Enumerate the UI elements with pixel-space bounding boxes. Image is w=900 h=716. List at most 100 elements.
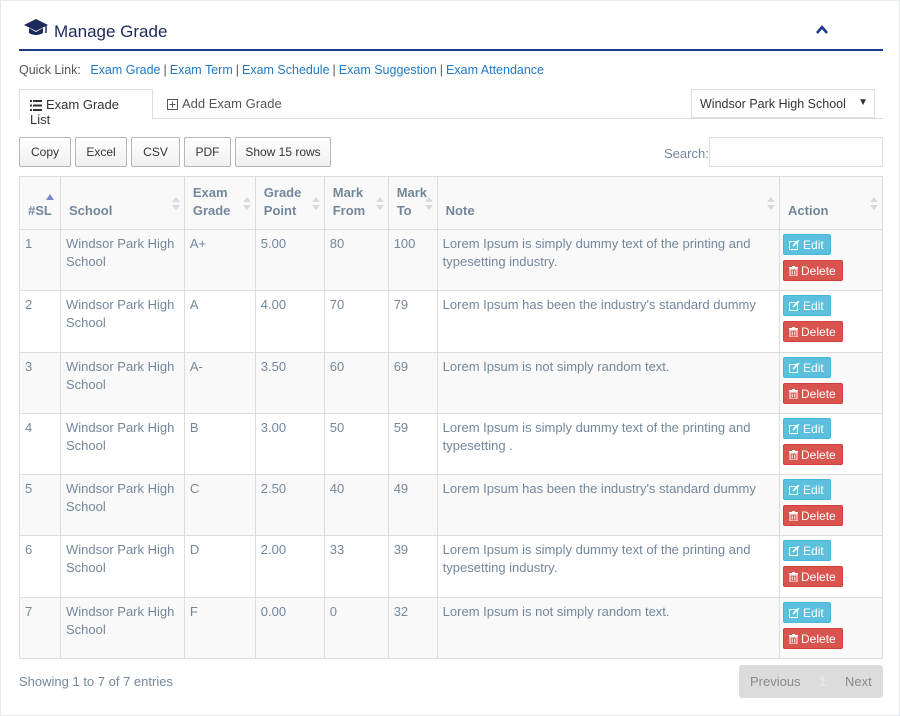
table-row: 2 Windsor Park High School A 4.00 70 79 Lorem I… [19,290,883,353]
cell-action: Edit Delete [779,412,883,476]
edit-button[interactable]: Edit [783,479,832,501]
cell-note: Lorem Ipsum is simply dummy text of the … [436,412,781,476]
chevron-up-icon[interactable] [813,21,831,39]
col-sl[interactable]: #SL [19,176,61,230]
cell-school: Windsor Park High School [59,596,185,660]
table-row: 3 Windsor Park High School A- 3.50 60 69 Lorem … [19,351,883,414]
cell-note: Lorem Ipsum is not simply random text. [436,351,781,414]
sort-icon [242,197,251,211]
cell-school: Windsor Park High School [59,351,185,414]
delete-button[interactable]: Delete [783,321,844,343]
edit-icon [789,545,800,557]
pagination: Previous 1 Next [739,665,883,698]
cell-sl: 5 [19,474,61,537]
col-mark-from[interactable]: Mark From [323,176,389,230]
pdf-button[interactable]: PDF [184,137,231,167]
sort-icon [870,197,878,211]
cell-note: Lorem Ipsum is not simply random text. [436,596,781,660]
quick-link-exam-attendance[interactable]: Exam Attendance [446,63,544,77]
quick-link-exam-schedule[interactable]: Exam Schedule [242,63,330,77]
cell-action: Edit Delete [779,474,883,537]
cell-exam-grade: C [183,474,256,537]
cell-note: Lorem Ipsum has been the industry's stan… [436,474,781,537]
cell-exam-grade: A- [183,351,256,414]
sort-icon [311,197,320,211]
col-school[interactable]: School [59,176,185,230]
cell-exam-grade: F [183,596,256,660]
sort-icon [171,197,180,211]
cell-mark-to: 59 [387,412,438,476]
cell-sl: 3 [19,351,61,414]
col-exam-grade[interactable]: Exam Grade [183,176,256,230]
table-row: 4 Windsor Park High School B 3.00 50 59 Lorem I… [19,412,883,476]
edit-button[interactable]: Edit [783,601,832,623]
col-note[interactable]: Note [436,176,781,230]
cell-sl: 4 [19,412,61,476]
delete-button[interactable]: Delete [783,505,844,527]
next-button[interactable]: Next [845,674,872,689]
cell-grade-point: 2.50 [254,474,325,537]
show-rows-button[interactable]: Show 15 rows [235,137,331,167]
tab-label: Add Exam Grade [182,96,282,111]
cell-mark-to: 49 [387,474,438,537]
edit-button[interactable]: Edit [783,417,832,439]
search-label: Search: [664,146,709,161]
page-title: Manage Grade [54,22,168,41]
sort-icon [375,197,384,211]
cell-action: Edit Delete [779,228,883,292]
cell-mark-to: 32 [387,596,438,660]
cell-grade-point: 3.00 [254,412,325,476]
cell-exam-grade: A+ [183,228,256,292]
cell-grade-point: 3.50 [254,351,325,414]
quick-link-exam-grade[interactable]: Exam Grade [90,63,160,77]
cell-mark-to: 79 [387,290,438,353]
col-action[interactable]: Action [779,176,883,230]
tab-bar: Exam Grade List Add Exam Grade Windsor P… [19,89,883,127]
list-icon [30,100,42,111]
tab-exam-grade-list[interactable]: Exam Grade List [19,89,153,127]
edit-button[interactable]: Edit [783,295,832,317]
school-select-value: Windsor Park High School [700,97,846,111]
col-grade-point[interactable]: Grade Point [254,176,325,230]
edit-button[interactable]: Edit [783,356,832,378]
delete-button[interactable]: Delete [783,566,844,588]
graduation-cap-icon [24,19,48,35]
tab-add-exam-grade[interactable]: Add Exam Grade [157,89,292,119]
copy-button[interactable]: Copy [19,137,71,167]
cell-school: Windsor Park High School [59,474,185,537]
page-1-button[interactable]: 1 [819,674,826,689]
csv-button[interactable]: CSV [131,137,180,167]
table-row: 5 Windsor Park High School C 2.50 40 49 Lorem I… [19,474,883,537]
edit-icon [789,362,800,373]
trash-icon [789,388,799,400]
trash-icon [789,266,799,277]
cell-mark-to: 100 [387,228,438,292]
edit-icon [789,423,800,434]
school-select[interactable]: Windsor Park High School ▼ [691,89,875,118]
quick-link-exam-suggestion[interactable]: Exam Suggestion [339,63,437,77]
table-row: 7 Windsor Park High School F 0.00 0 32 Lorem Ip… [19,596,883,660]
search-input[interactable] [709,137,883,167]
cell-mark-from: 40 [323,474,389,537]
cell-grade-point: 2.00 [254,535,325,598]
delete-button[interactable]: Delete [783,260,844,281]
cell-action: Edit Delete [779,290,883,353]
delete-button[interactable]: Delete [783,382,844,404]
cell-note: Lorem Ipsum is simply dummy text of the … [436,228,781,292]
delete-button[interactable]: Delete [783,443,844,465]
edit-button[interactable]: Edit [783,234,832,255]
table-row: 1 Windsor Park High School A+ 5.00 80 100 Lorem… [19,228,883,292]
quick-link-exam-term[interactable]: Exam Term [170,63,233,77]
edit-button[interactable]: Edit [783,540,832,562]
cell-grade-point: 4.00 [254,290,325,353]
edit-icon [789,484,800,496]
cell-sl: 2 [19,290,61,353]
excel-button[interactable]: Excel [75,137,127,167]
delete-button[interactable]: Delete [783,627,844,649]
trash-icon [789,633,799,645]
edit-icon [789,300,800,312]
grade-table: #SL School Exam Grade Grade Point Mark From… [19,176,883,660]
col-mark-to[interactable]: Mark To [387,176,438,230]
previous-button[interactable]: Previous [750,674,801,689]
cell-note: Lorem Ipsum is simply dummy text of the … [436,535,781,598]
